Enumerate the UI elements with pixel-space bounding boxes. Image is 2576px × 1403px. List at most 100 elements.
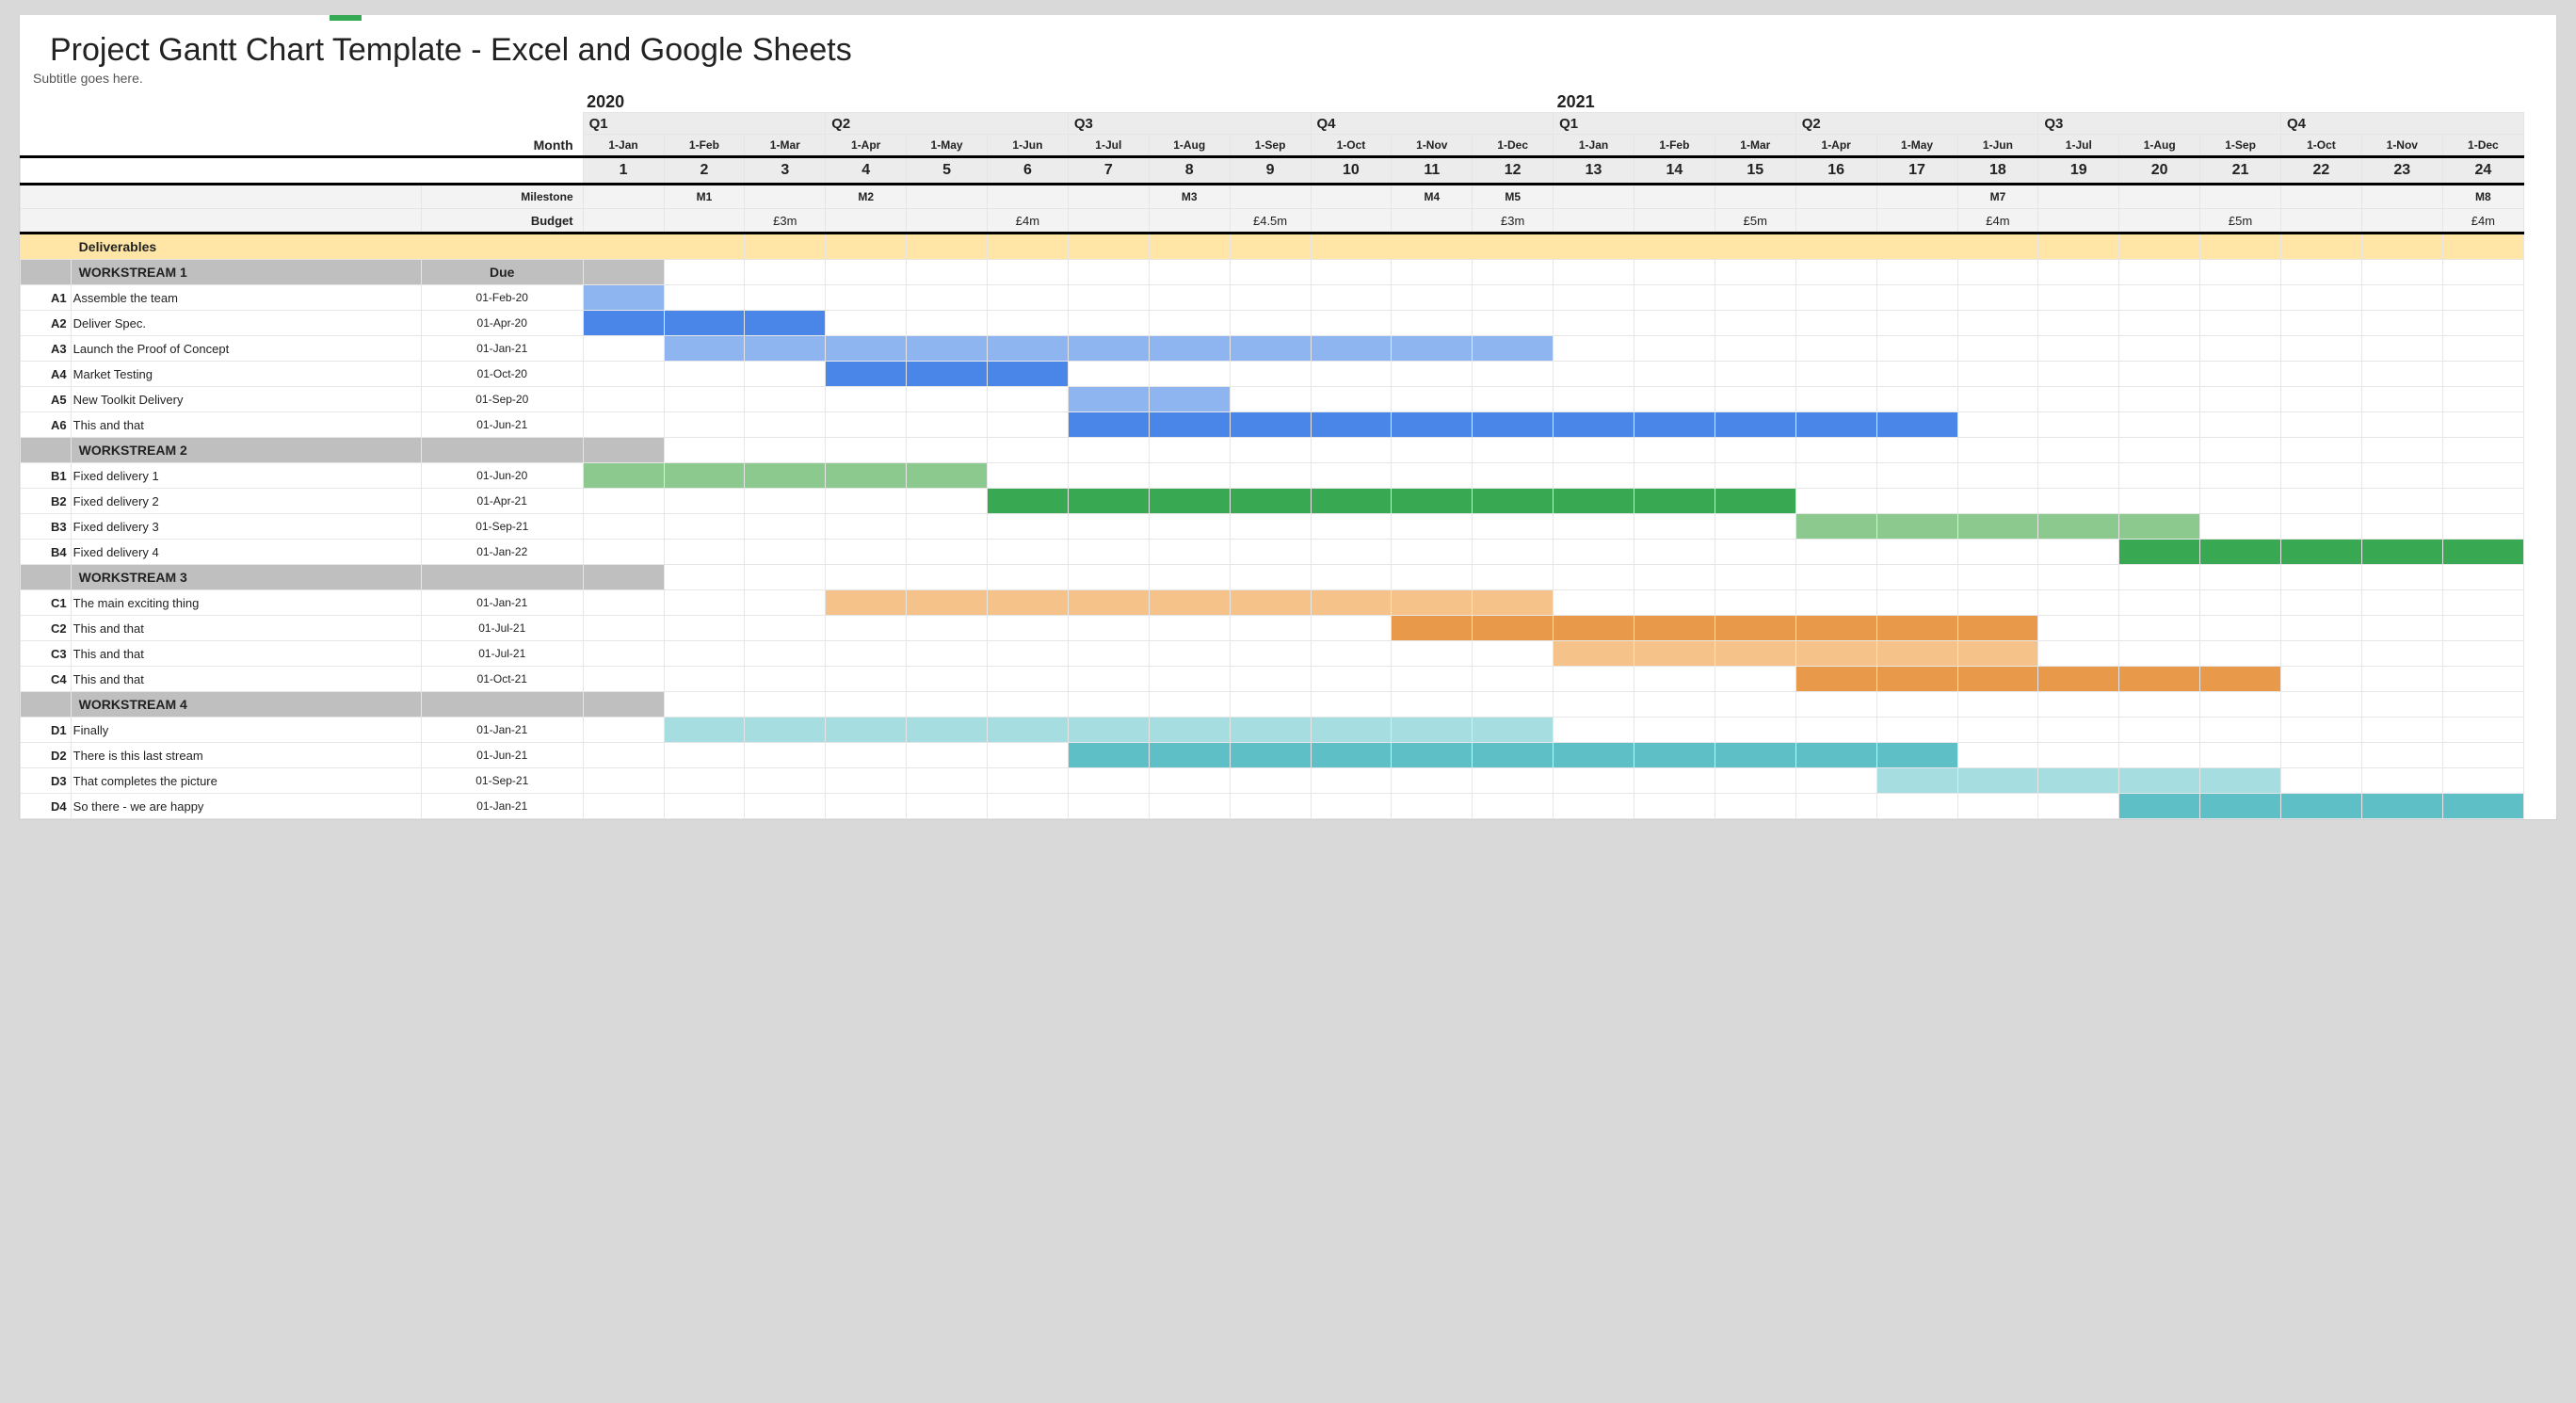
gantt-cell[interactable] xyxy=(745,412,826,438)
gantt-cell[interactable] xyxy=(1957,412,2038,438)
gantt-cell[interactable] xyxy=(2361,718,2442,743)
gantt-cell[interactable] xyxy=(1068,540,1149,565)
gantt-bar-segment[interactable] xyxy=(1473,489,1554,514)
gantt-bar-segment[interactable] xyxy=(2442,794,2523,819)
gantt-bar-segment[interactable] xyxy=(1311,743,1392,768)
gantt-cell[interactable] xyxy=(988,794,1069,819)
gantt-cell[interactable] xyxy=(583,616,664,641)
gantt-cell[interactable] xyxy=(1554,794,1634,819)
gantt-cell[interactable] xyxy=(1715,540,1795,565)
gantt-bar-segment[interactable] xyxy=(1957,667,2038,692)
gantt-cell[interactable] xyxy=(988,387,1069,412)
gantt-bar-segment[interactable] xyxy=(988,362,1069,387)
gantt-bar-segment[interactable] xyxy=(826,336,907,362)
gantt-cell[interactable] xyxy=(1230,387,1311,412)
gantt-cell[interactable] xyxy=(1149,667,1230,692)
gantt-bar-segment[interactable] xyxy=(2038,514,2119,540)
gantt-bar-segment[interactable] xyxy=(1311,718,1392,743)
gantt-cell[interactable] xyxy=(2361,616,2442,641)
gantt-bar-segment[interactable] xyxy=(1149,590,1230,616)
gantt-cell[interactable] xyxy=(1715,768,1795,794)
gantt-cell[interactable] xyxy=(826,616,907,641)
gantt-cell[interactable] xyxy=(907,387,988,412)
gantt-cell[interactable] xyxy=(2038,540,2119,565)
gantt-bar-segment[interactable] xyxy=(1554,489,1634,514)
gantt-cell[interactable] xyxy=(2361,387,2442,412)
gantt-cell[interactable] xyxy=(2200,285,2281,311)
gantt-cell[interactable] xyxy=(826,387,907,412)
gantt-cell[interactable] xyxy=(1149,540,1230,565)
gantt-cell[interactable] xyxy=(1795,794,1876,819)
gantt-cell[interactable] xyxy=(826,489,907,514)
gantt-cell[interactable] xyxy=(988,616,1069,641)
gantt-bar-segment[interactable] xyxy=(1715,412,1795,438)
gantt-cell[interactable] xyxy=(1876,489,1957,514)
gantt-cell[interactable] xyxy=(1634,285,1715,311)
gantt-cell[interactable] xyxy=(1230,285,1311,311)
gantt-cell[interactable] xyxy=(2119,718,2200,743)
gantt-cell[interactable] xyxy=(1876,794,1957,819)
gantt-cell[interactable] xyxy=(2200,489,2281,514)
gantt-cell[interactable] xyxy=(2038,743,2119,768)
gantt-bar-segment[interactable] xyxy=(1392,743,1473,768)
gantt-cell[interactable] xyxy=(664,794,745,819)
gantt-bar-segment[interactable] xyxy=(1149,489,1230,514)
gantt-cell[interactable] xyxy=(664,768,745,794)
gantt-cell[interactable] xyxy=(1715,514,1795,540)
gantt-cell[interactable] xyxy=(1795,489,1876,514)
gantt-cell[interactable] xyxy=(2038,718,2119,743)
gantt-cell[interactable] xyxy=(2442,336,2523,362)
gantt-cell[interactable] xyxy=(1311,794,1392,819)
gantt-bar-segment[interactable] xyxy=(1795,743,1876,768)
gantt-cell[interactable] xyxy=(1795,590,1876,616)
gantt-cell[interactable] xyxy=(664,387,745,412)
gantt-cell[interactable] xyxy=(1795,768,1876,794)
gantt-cell[interactable] xyxy=(2200,718,2281,743)
gantt-table[interactable]: 20202021Q1Q2Q3Q4Q1Q2Q3Q4Month1-Jan1-Feb1… xyxy=(20,91,2524,819)
gantt-cell[interactable] xyxy=(1554,362,1634,387)
gantt-cell[interactable] xyxy=(2119,336,2200,362)
gantt-cell[interactable] xyxy=(2442,514,2523,540)
gantt-cell[interactable] xyxy=(826,540,907,565)
gantt-cell[interactable] xyxy=(1634,463,1715,489)
gantt-cell[interactable] xyxy=(745,768,826,794)
gantt-bar-segment[interactable] xyxy=(2442,540,2523,565)
gantt-cell[interactable] xyxy=(1876,311,1957,336)
gantt-cell[interactable] xyxy=(907,514,988,540)
gantt-cell[interactable] xyxy=(1473,387,1554,412)
gantt-bar-segment[interactable] xyxy=(2038,768,2119,794)
gantt-cell[interactable] xyxy=(1876,540,1957,565)
gantt-cell[interactable] xyxy=(2038,387,2119,412)
gantt-cell[interactable] xyxy=(1068,362,1149,387)
gantt-bar-segment[interactable] xyxy=(2200,540,2281,565)
gantt-cell[interactable] xyxy=(1311,362,1392,387)
gantt-cell[interactable] xyxy=(1957,743,2038,768)
gantt-cell[interactable] xyxy=(1957,718,2038,743)
gantt-cell[interactable] xyxy=(1795,362,1876,387)
gantt-cell[interactable] xyxy=(583,540,664,565)
gantt-cell[interactable] xyxy=(1068,285,1149,311)
gantt-bar-segment[interactable] xyxy=(1473,412,1554,438)
gantt-bar-segment[interactable] xyxy=(1149,743,1230,768)
gantt-cell[interactable] xyxy=(826,641,907,667)
gantt-bar-segment[interactable] xyxy=(1876,743,1957,768)
gantt-cell[interactable] xyxy=(1149,362,1230,387)
gantt-cell[interactable] xyxy=(1311,641,1392,667)
gantt-cell[interactable] xyxy=(2200,590,2281,616)
gantt-cell[interactable] xyxy=(1473,641,1554,667)
gantt-cell[interactable] xyxy=(1876,285,1957,311)
gantt-cell[interactable] xyxy=(2281,590,2362,616)
gantt-bar-segment[interactable] xyxy=(988,336,1069,362)
gantt-cell[interactable] xyxy=(1795,463,1876,489)
gantt-bar-segment[interactable] xyxy=(1795,412,1876,438)
gantt-cell[interactable] xyxy=(2038,336,2119,362)
gantt-cell[interactable] xyxy=(1392,514,1473,540)
gantt-bar-segment[interactable] xyxy=(1473,616,1554,641)
gantt-cell[interactable] xyxy=(1957,311,2038,336)
gantt-cell[interactable] xyxy=(2200,362,2281,387)
gantt-cell[interactable] xyxy=(2361,641,2442,667)
gantt-bar-segment[interactable] xyxy=(907,590,988,616)
gantt-cell[interactable] xyxy=(664,616,745,641)
gantt-bar-segment[interactable] xyxy=(1473,718,1554,743)
gantt-cell[interactable] xyxy=(745,285,826,311)
